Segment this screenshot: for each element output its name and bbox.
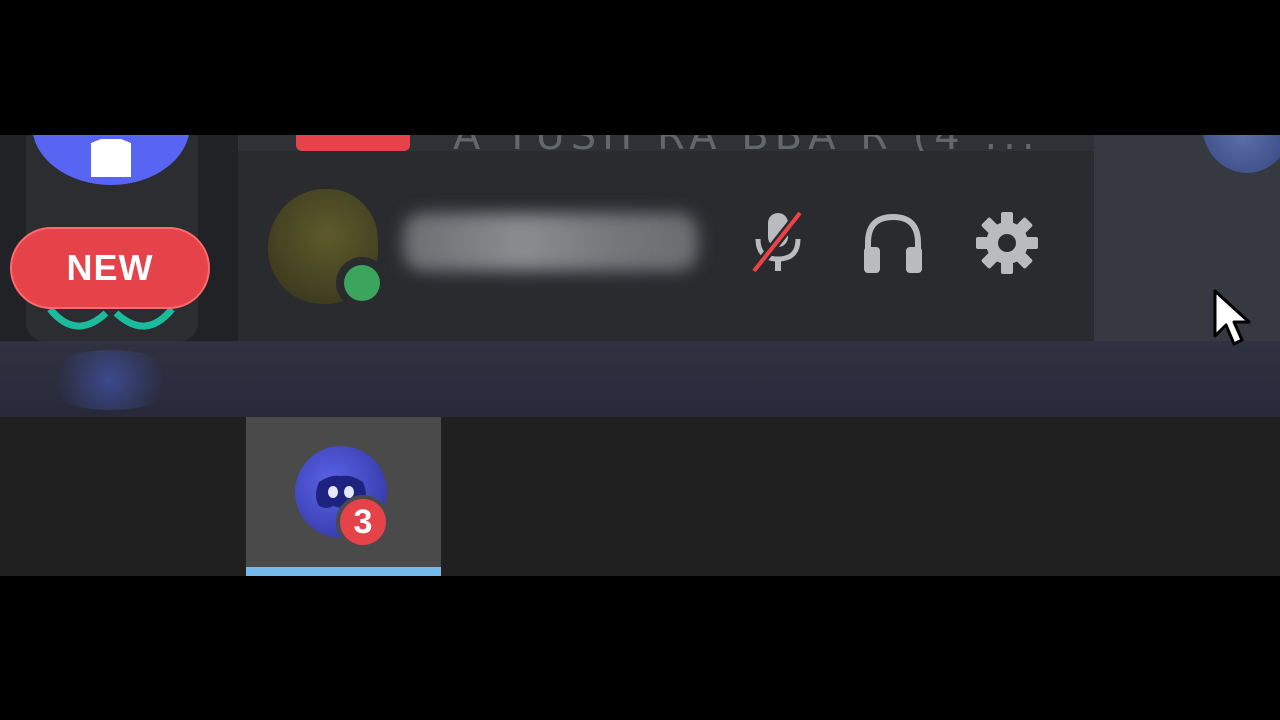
mic-muted-icon [750, 210, 804, 274]
headphones-icon [864, 213, 922, 273]
background-glow [40, 350, 180, 410]
mute-button[interactable] [738, 203, 818, 283]
active-app-indicator [246, 567, 441, 576]
new-badge[interactable]: NEW [10, 227, 210, 309]
server-icon[interactable] [46, 305, 176, 335]
gear-icon [976, 212, 1038, 274]
deafen-button[interactable] [853, 203, 933, 283]
server-rail: NEW [0, 135, 238, 341]
channel-name: A YUSH RA BBA R (4 ... [453, 135, 1041, 151]
blurred-background-band [0, 341, 1280, 417]
live-indicator [296, 135, 410, 151]
username-blurred[interactable] [403, 213, 698, 271]
mouse-cursor-icon [1213, 289, 1251, 346]
server-glyph-icon [91, 139, 131, 177]
windows-taskbar: 3 [0, 417, 1280, 576]
channel-peek[interactable]: A YUSH RA BBA R (4 ... [238, 135, 1094, 151]
member-avatar[interactable] [1202, 135, 1280, 173]
discord-window: NEW A YUSH RA BBA R (4 ... [0, 135, 1280, 341]
settings-button[interactable] [967, 203, 1047, 283]
online-status-icon [344, 265, 380, 301]
notification-count-badge: 3 [336, 495, 390, 549]
taskbar-discord-button[interactable]: 3 [246, 417, 441, 576]
letterbox-top [0, 0, 1280, 135]
letterbox-bottom [0, 576, 1280, 720]
user-panel [238, 151, 1094, 341]
